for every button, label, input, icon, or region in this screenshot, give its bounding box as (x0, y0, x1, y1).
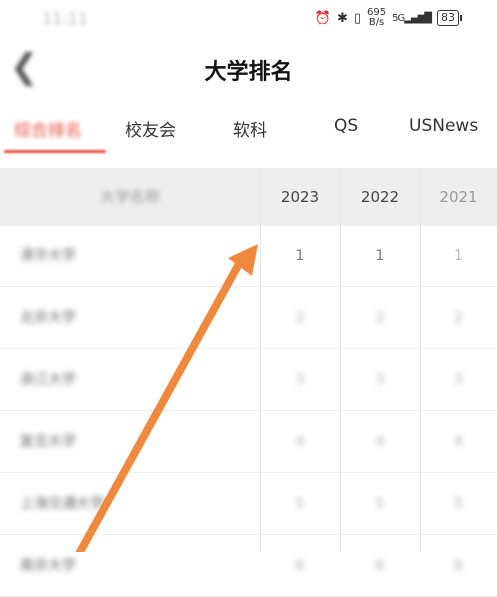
battery-icon: 83 (437, 10, 462, 26)
rank-2021: 6 (454, 558, 463, 574)
tab-shanghai-ranking[interactable]: 软科 (233, 116, 267, 141)
university-name: 清华大学 (20, 248, 76, 264)
table-row[interactable]: 南京大学 6 6 6 (0, 536, 497, 597)
net-speed: 695 B/s (367, 8, 386, 28)
active-tab-indicator (4, 150, 106, 153)
university-name: 浙江大学 (20, 372, 76, 388)
status-bar: 11:11 ⏰ ✱ ▯ 695 B/s 5G▂▄▆█ 83 (0, 0, 497, 36)
column-header-2022[interactable]: 2022 (340, 168, 420, 226)
rank-2022: 5 (375, 496, 385, 512)
table-row[interactable]: 清华大学 1 1 1 (0, 226, 497, 287)
status-time: 11:11 (42, 9, 89, 28)
vibrate-icon: ▯ (353, 10, 362, 26)
column-header-2021[interactable]: 2021 (420, 168, 497, 226)
rank-2021: 4 (454, 434, 463, 450)
university-name: 北京大学 (20, 310, 76, 326)
rank-2023: 4 (295, 434, 305, 450)
table-row[interactable]: 复旦大学 4 4 4 (0, 412, 497, 473)
signal-icon: 5G▂▄▆█ (392, 12, 432, 24)
rank-2021: 1 (454, 248, 463, 264)
rank-2022: 6 (375, 558, 385, 574)
rank-2022: 1 (375, 248, 385, 264)
rank-2021: 2 (454, 310, 463, 326)
rank-2023: 3 (295, 372, 305, 388)
table-header: 大学名称 2023 2022 2021 (0, 168, 497, 226)
rank-2023: 5 (295, 496, 305, 512)
rank-2023: 1 (295, 248, 305, 264)
rank-2023: 6 (295, 558, 305, 574)
tab-usnews[interactable]: USNews (409, 116, 478, 136)
column-header-university[interactable]: 大学名称 (0, 168, 260, 226)
net-speed-unit: B/s (368, 17, 385, 28)
tab-qs[interactable]: QS (334, 116, 358, 136)
rank-2021: 3 (454, 372, 463, 388)
university-name: 上海交通大学 (20, 496, 104, 512)
status-icons: ⏰ ✱ ▯ 695 B/s 5G▂▄▆█ 83 (314, 8, 462, 28)
tab-overall-ranking[interactable]: 综合排名 (14, 116, 82, 141)
university-name: 南京大学 (20, 558, 76, 574)
rank-2021: 5 (454, 496, 463, 512)
bluetooth-icon: ✱ (336, 10, 348, 26)
tab-bar: 综合排名 校友会 软科 QS USNews (0, 104, 497, 156)
alarm-icon: ⏰ (314, 10, 331, 26)
university-name: 复旦大学 (20, 434, 76, 450)
rank-2022: 3 (375, 372, 385, 388)
network-type: 5G (392, 12, 405, 24)
app-header: ❮ 大学排名 (0, 40, 497, 96)
rank-2022: 2 (375, 310, 385, 326)
page-title: 大学排名 (204, 59, 293, 85)
table-row[interactable]: 上海交通大学 5 5 5 (0, 474, 497, 535)
rank-2023: 2 (295, 310, 305, 326)
tab-alumni[interactable]: 校友会 (125, 116, 176, 141)
rank-2022: 4 (375, 434, 385, 450)
column-header-2023[interactable]: 2023 (260, 168, 340, 226)
table-row[interactable]: 浙江大学 3 3 3 (0, 350, 497, 411)
table-row[interactable]: 北京大学 2 2 2 (0, 288, 497, 349)
